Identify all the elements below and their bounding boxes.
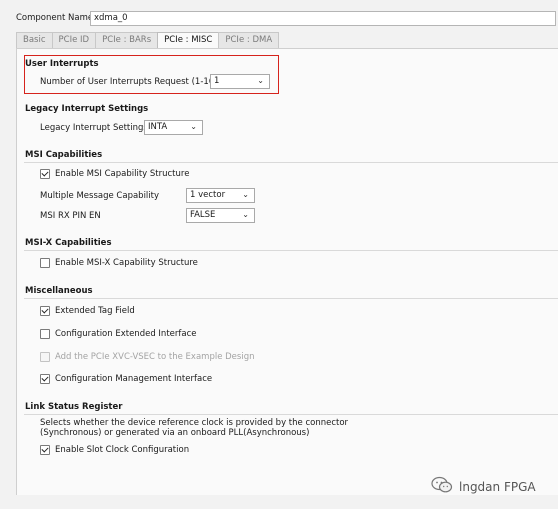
link-status-desc-1: Selects whether the device reference clo… xyxy=(40,418,349,428)
tab-pcie-dma[interactable]: PCIe : DMA xyxy=(218,32,280,48)
extended-tag-label: Extended Tag Field xyxy=(55,306,135,316)
legacy-interrupt-value: INTA xyxy=(148,122,168,132)
component-name-row: Component Name xyxy=(16,8,99,28)
msix-enable-row[interactable]: Enable MSI-X Capability Structure xyxy=(40,258,198,268)
tab-bar: Basic PCIe ID PCIe : BARs PCIe : MISC PC… xyxy=(16,32,280,49)
config-extended-interface-label: Configuration Extended Interface xyxy=(55,329,197,339)
link-status-title: Link Status Register xyxy=(25,402,123,412)
misc-extended-tag-row[interactable]: Extended Tag Field xyxy=(40,306,135,316)
msi-rx-value: FALSE xyxy=(190,210,216,220)
chevron-down-icon: ⌄ xyxy=(242,190,249,199)
slot-clock-label: Enable Slot Clock Configuration xyxy=(55,445,190,455)
msix-enable-label: Enable MSI-X Capability Structure xyxy=(55,258,198,268)
msi-divider xyxy=(24,162,558,163)
tab-pcie-id[interactable]: PCIe ID xyxy=(51,32,97,48)
chevron-down-icon: ⌄ xyxy=(242,210,249,219)
link-status-desc-2: (Synchronous) or generated via an onboar… xyxy=(40,428,310,438)
extended-tag-checkbox[interactable] xyxy=(40,306,50,316)
msix-enable-checkbox[interactable] xyxy=(40,258,50,268)
misc-config-ext-row[interactable]: Configuration Extended Interface xyxy=(40,329,196,339)
msi-mmc-value: 1 vector xyxy=(190,190,226,200)
legacy-interrupt-select[interactable]: INTA ⌄ xyxy=(144,120,203,135)
slot-clock-row[interactable]: Enable Slot Clock Configuration xyxy=(40,445,189,455)
msi-enable-row[interactable]: Enable MSI Capability Structure xyxy=(40,169,189,179)
config-extended-interface-checkbox[interactable] xyxy=(40,329,50,339)
watermark-text: lngdan FPGA xyxy=(459,479,536,494)
config-management-interface-label: Configuration Management Interface xyxy=(55,374,213,384)
legacy-interrupt-label: Legacy Interrupt Settings xyxy=(40,123,148,133)
misc-divider xyxy=(24,298,558,299)
link-status-divider xyxy=(24,414,558,415)
chevron-down-icon: ⌄ xyxy=(190,122,197,131)
watermark: lngdan FPGA xyxy=(431,476,536,497)
config-management-interface-checkbox[interactable] xyxy=(40,374,50,384)
tab-pcie-bars[interactable]: PCIe : BARs xyxy=(95,32,159,48)
xvc-vsec-checkbox xyxy=(40,352,50,362)
legacy-interrupt-title: Legacy Interrupt Settings xyxy=(25,104,149,114)
component-name-label: Component Name xyxy=(16,13,94,23)
msix-divider xyxy=(24,250,558,251)
msi-rx-label: MSI RX PIN EN xyxy=(40,211,101,221)
msi-mmc-select[interactable]: 1 vector ⌄ xyxy=(186,188,255,203)
highlight-box xyxy=(24,55,279,94)
misc-xvc-vsec-row: Add the PCIe XVC-VSEC to the Example Des… xyxy=(40,352,254,362)
msi-capabilities-title: MSI Capabilities xyxy=(25,150,103,160)
wechat-icon xyxy=(431,476,453,497)
tab-pcie-misc[interactable]: PCIe : MISC xyxy=(157,32,220,49)
slot-clock-checkbox[interactable] xyxy=(40,445,50,455)
msi-enable-label: Enable MSI Capability Structure xyxy=(55,169,190,179)
misc-config-mgmt-row[interactable]: Configuration Management Interface xyxy=(40,374,212,384)
miscellaneous-title: Miscellaneous xyxy=(25,286,93,296)
tab-basic[interactable]: Basic xyxy=(16,32,53,48)
msi-rx-select[interactable]: FALSE ⌄ xyxy=(186,208,255,223)
component-name-input[interactable]: xdma_0 xyxy=(90,11,556,26)
msi-enable-checkbox[interactable] xyxy=(40,169,50,179)
msix-capabilities-title: MSI-X Capabilities xyxy=(25,238,112,248)
msi-mmc-label: Multiple Message Capability xyxy=(40,191,160,201)
xvc-vsec-label: Add the PCIe XVC-VSEC to the Example Des… xyxy=(55,352,255,362)
